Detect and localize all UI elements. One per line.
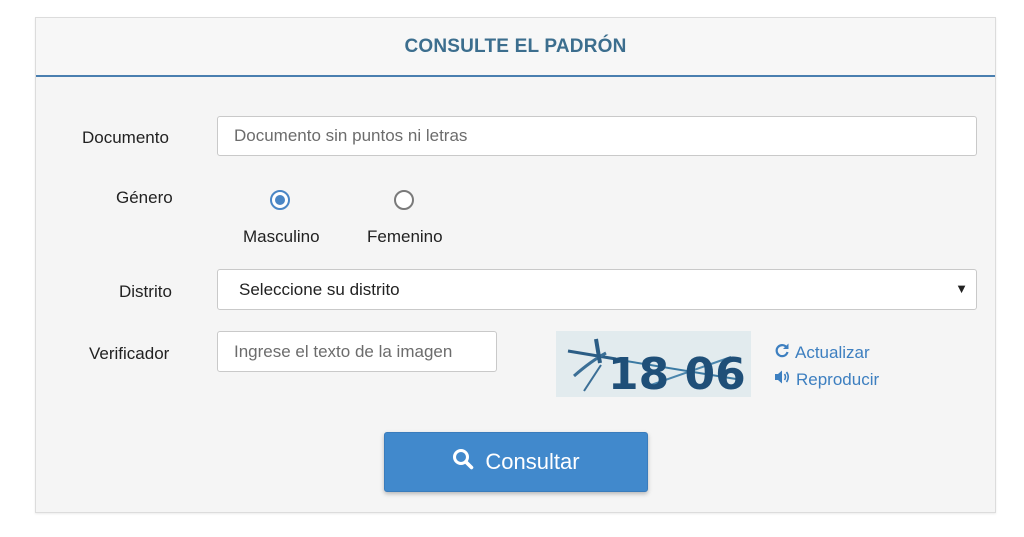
- verificador-input[interactable]: [217, 331, 497, 372]
- consultar-button[interactable]: Consultar: [384, 432, 648, 492]
- captcha-refresh-link[interactable]: Actualizar: [774, 342, 870, 363]
- documento-input[interactable]: [217, 116, 977, 156]
- caret-down-icon: ▼: [955, 281, 968, 296]
- captcha-graphic: 18 06: [556, 331, 751, 397]
- captcha-audio-link[interactable]: Reproducir: [774, 369, 879, 390]
- distrito-label: Distrito: [119, 282, 172, 301]
- consultar-label[interactable]: Consultar: [485, 449, 579, 475]
- radio-femenino-label[interactable]: Femenino: [367, 227, 443, 247]
- refresh-icon: [774, 342, 790, 363]
- audio-label[interactable]: Reproducir: [796, 370, 879, 390]
- radio-femenino[interactable]: [394, 190, 414, 210]
- distrito-select[interactable]: Seleccione su distrito ▼: [217, 269, 977, 310]
- captcha-text: 18 06: [608, 349, 746, 397]
- consulta-padron-panel: CONSULTE EL PADRÓN Documento Género Masc…: [35, 17, 996, 513]
- distrito-selected-value: Seleccione su distrito: [239, 279, 400, 299]
- panel-header: CONSULTE EL PADRÓN: [36, 18, 995, 77]
- documento-label: Documento: [82, 128, 169, 147]
- radio-masculino[interactable]: [270, 190, 290, 210]
- verificador-label: Verificador: [89, 344, 170, 363]
- refresh-label[interactable]: Actualizar: [795, 343, 870, 363]
- captcha-image: 18 06: [556, 331, 751, 397]
- volume-icon: [774, 369, 791, 390]
- page-title: CONSULTE EL PADRÓN: [404, 35, 627, 57]
- genero-label: Género: [116, 188, 173, 207]
- search-icon: [452, 448, 474, 476]
- radio-masculino-label[interactable]: Masculino: [243, 227, 320, 247]
